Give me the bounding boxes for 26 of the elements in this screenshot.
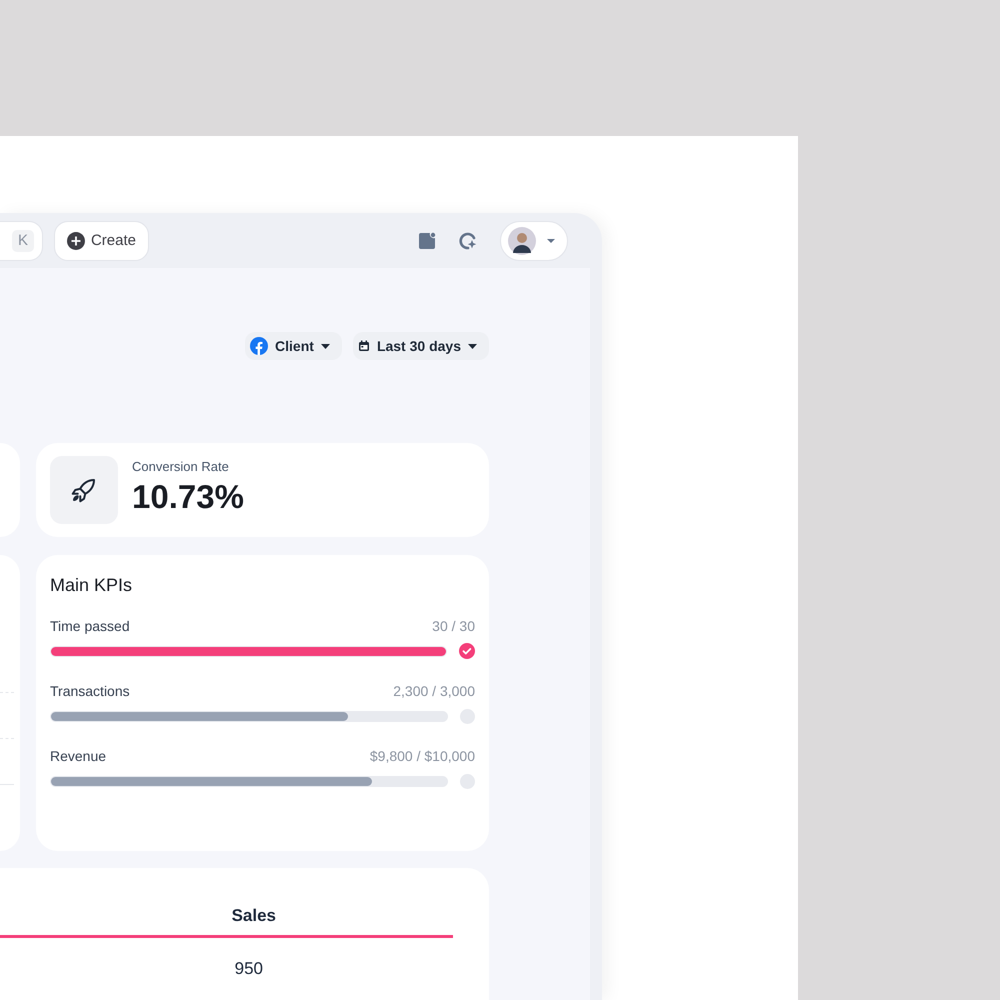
- stat-label: Conversion Rate: [132, 458, 230, 474]
- kpi-label: Transactions: [50, 683, 130, 699]
- kpi-reading: 2,300 / 3,000: [393, 683, 475, 699]
- kpi-label: Revenue: [50, 748, 106, 764]
- filter-dropdown[interactable]: Last 30 days: [352, 332, 489, 360]
- kpi-label: Time passed: [50, 618, 130, 634]
- caret-icon: [546, 238, 556, 244]
- kpi-reading: 30 / 30: [432, 618, 475, 634]
- note-icon[interactable]: [418, 232, 436, 250]
- refresh-icon[interactable]: [458, 230, 478, 250]
- facebook-icon: [250, 337, 268, 355]
- plus-icon: [67, 230, 85, 250]
- stat-value: 10.73%: [132, 478, 244, 516]
- caret-icon: [468, 344, 477, 348]
- column-header: Sales: [0, 906, 453, 938]
- calendar-icon: [358, 340, 370, 352]
- avatar-icon: [508, 226, 536, 254]
- create-button[interactable]: Create: [54, 220, 149, 260]
- table-cell-text: 950: [234, 959, 264, 979]
- card-title: Main KPIs: [50, 575, 132, 596]
- caret-icon: [320, 344, 330, 348]
- filter-dropdown[interactable]: Client: [245, 332, 342, 360]
- kpi-reading: $9,800 / $10,000: [370, 748, 475, 764]
- rocket-icon: [50, 456, 118, 524]
- account-menu[interactable]: [500, 220, 568, 260]
- shortcut-key: K: [12, 230, 34, 252]
